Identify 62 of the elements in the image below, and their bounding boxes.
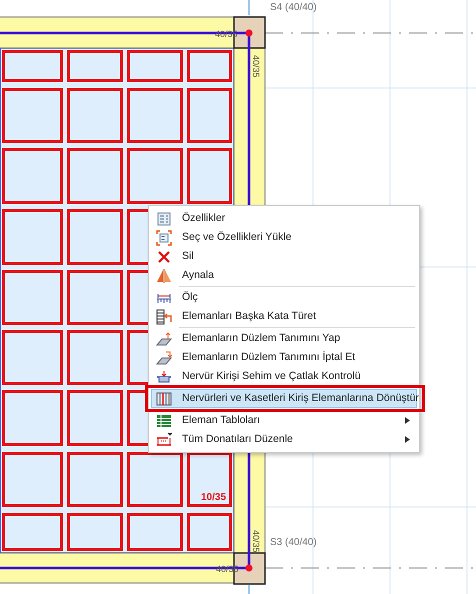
menu-item[interactable]: Nervür Kirişi Sehim ve Çatlak Kontrolü <box>151 367 417 386</box>
rib-frame <box>2 330 63 385</box>
rib-frame <box>2 390 63 446</box>
beam-label: 40/35 <box>251 55 261 78</box>
rib-frame <box>2 513 63 551</box>
rib-frame <box>2 452 63 507</box>
rib-frame <box>127 148 183 204</box>
rib-frame <box>67 452 123 507</box>
rib-frame <box>187 148 232 204</box>
rib-frame <box>2 270 63 325</box>
beam-label: 40/35 <box>215 29 238 39</box>
rebar-icon <box>156 432 172 448</box>
mirror-icon <box>156 268 172 284</box>
menu-item[interactable]: Nervürleri ve Kasetleri Kiriş Elemanlarına Dönüştür <box>151 389 417 408</box>
menu-item[interactable]: Aynala <box>151 266 417 285</box>
column-label: S4 (40/40) <box>270 2 317 13</box>
beam-check-icon <box>156 368 172 384</box>
rib-frame <box>67 330 123 385</box>
rib-frame <box>2 209 63 265</box>
rib-frame <box>67 513 123 551</box>
select-properties-icon <box>156 230 172 246</box>
rib-frame <box>67 390 123 446</box>
menu-item[interactable]: Eleman Tabloları <box>151 411 417 430</box>
plane-icon <box>156 350 172 366</box>
table-icon <box>156 412 172 428</box>
rib-frame <box>67 209 123 265</box>
rib-frame <box>67 50 123 82</box>
menu-item[interactable]: Sil <box>151 247 417 266</box>
rib-frame <box>127 50 183 82</box>
rib-frame <box>2 50 63 82</box>
rib-frame <box>67 148 123 204</box>
floor-copy-icon <box>156 308 172 324</box>
node-point <box>246 564 252 572</box>
rib-frame <box>127 513 183 551</box>
menu-item[interactable]: Elemanları Başka Kata Türet <box>151 307 417 326</box>
rib-frame <box>187 452 232 507</box>
menu-item[interactable]: Ölç <box>151 288 417 307</box>
rib-frame <box>187 88 232 143</box>
rib-frame <box>187 50 232 82</box>
rib-frame <box>67 88 123 143</box>
menu-item[interactable]: Elemanların Düzlem Tanımını İptal Et <box>151 348 417 367</box>
node-point <box>246 30 252 36</box>
delete-icon <box>156 248 172 264</box>
rib-frame <box>67 270 123 325</box>
properties-icon <box>156 210 172 226</box>
grid-line <box>248 0 250 15</box>
menu-item[interactable]: Özellikler <box>151 209 417 228</box>
rib-grid-icon <box>156 390 172 406</box>
rib-frame <box>127 452 183 507</box>
menu-item[interactable]: Tüm Donatıları Düzenle <box>151 430 417 449</box>
menu-item[interactable]: Seç ve Özellikleri Yükle <box>151 228 417 247</box>
grid-line <box>248 585 250 594</box>
rib-frame <box>187 513 232 551</box>
menu-item[interactable]: Elemanların Düzlem Tanımını Yap <box>151 329 417 348</box>
plane-icon <box>156 330 172 346</box>
rib-frame <box>2 148 63 204</box>
beam-label: 40/35 <box>251 530 261 553</box>
rib-frame <box>2 88 63 143</box>
column-label: S3 (40/40) <box>270 537 317 548</box>
rib-frame <box>127 88 183 143</box>
rib-label: 10/35 <box>201 492 226 503</box>
beam-label: 40/35 <box>216 564 239 574</box>
